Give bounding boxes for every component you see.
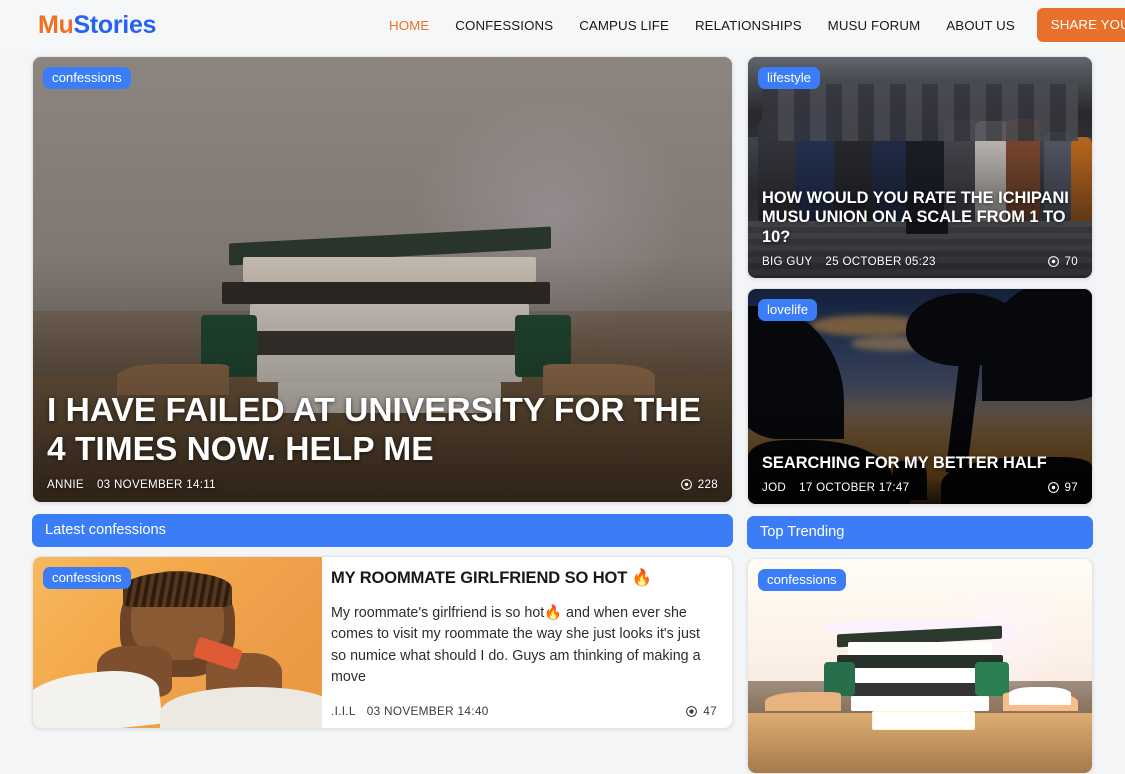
site-header: MuStories HOME CONFESSIONS CAMPUS LIFE R… <box>0 0 1125 50</box>
lifestyle-article-card[interactable]: lifestyle HOW WOULD YOU RATE THE ICHIPAN… <box>747 56 1093 279</box>
lifestyle-views: 70 <box>1047 255 1079 268</box>
hero-views: 228 <box>680 478 718 491</box>
latest-confession-excerpt: My roommate's girlfriend is so hot🔥 and … <box>331 605 701 685</box>
lifestyle-category-badge[interactable]: lifestyle <box>758 67 820 89</box>
nav-item-about-us[interactable]: ABOUT US <box>933 18 1028 33</box>
share-your-story-button[interactable]: SHARE YOUR STORY <box>1036 8 1125 42</box>
left-column: confessions I HAVE FAILED AT UNIVERSITY … <box>32 50 733 774</box>
latest-confession-meta: .I.I.L 03 NOVEMBER 14:40 47 <box>331 704 717 718</box>
lifestyle-date: 25 OCTOBER 05:23 <box>825 255 936 268</box>
latest-confession-category-badge[interactable]: confessions <box>43 567 131 589</box>
eye-icon <box>680 479 692 490</box>
hero-overlay: I HAVE FAILED AT UNIVERSITY FOR THE 4 TI… <box>33 391 732 502</box>
latest-confession-views-count: 47 <box>703 704 717 719</box>
nav-item-home[interactable]: HOME <box>389 18 442 33</box>
lovelife-category-badge[interactable]: lovelife <box>758 299 818 321</box>
latest-confession-date: 03 NOVEMBER 14:40 <box>366 704 489 719</box>
lovelife-views: 97 <box>1047 481 1079 494</box>
site-logo[interactable]: MuStories <box>38 11 156 40</box>
lovelife-meta: JOD 17 OCTOBER 17:47 97 <box>762 481 1078 494</box>
trending-category-badge[interactable]: confessions <box>758 569 846 591</box>
lifestyle-overlay: HOW WOULD YOU RATE THE ICHIPANI MUSU UNI… <box>748 189 1092 278</box>
latest-confession-title: MY ROOMMATE GIRLFRIEND SO HOT 🔥 <box>331 569 653 587</box>
right-column: lifestyle HOW WOULD YOU RATE THE ICHIPAN… <box>747 50 1093 774</box>
page-content: confessions I HAVE FAILED AT UNIVERSITY … <box>0 50 1125 774</box>
latest-confession-thumbnail: confessions <box>33 557 322 729</box>
lovelife-author: JOD <box>762 481 787 494</box>
lifestyle-author: BIG GUY <box>762 255 813 268</box>
latest-confession-views: 47 <box>685 704 717 718</box>
hero-title: I HAVE FAILED AT UNIVERSITY FOR THE 4 TI… <box>47 391 701 469</box>
lovelife-article-card[interactable]: lovelife SEARCHING FOR MY BETTER HALF JO… <box>747 288 1093 505</box>
lifestyle-meta: BIG GUY 25 OCTOBER 05:23 70 <box>762 255 1078 268</box>
section-header-latest-confessions: Latest confessions <box>32 514 733 547</box>
nav-item-musu-forum[interactable]: MUSU FORUM <box>815 18 934 33</box>
hero-meta: ANNIE 03 NOVEMBER 14:11 228 <box>47 478 718 491</box>
lovelife-overlay: SEARCHING FOR MY BETTER HALF JOD 17 OCTO… <box>748 454 1092 504</box>
section-header-top-trending: Top Trending <box>747 516 1093 549</box>
hero-date: 03 NOVEMBER 14:11 <box>96 478 216 491</box>
hero-article-card[interactable]: confessions I HAVE FAILED AT UNIVERSITY … <box>32 56 733 503</box>
nav-item-relationships[interactable]: RELATIONSHIPS <box>682 18 815 33</box>
nav-item-campus-life[interactable]: CAMPUS LIFE <box>566 18 682 33</box>
hero-author: ANNIE <box>47 478 84 491</box>
hero-category-badge[interactable]: confessions <box>43 67 131 89</box>
trending-image-books <box>748 559 1092 773</box>
hero-views-count: 228 <box>697 478 718 491</box>
eye-icon <box>1047 482 1059 493</box>
logo-text-mu: Mu <box>38 10 74 39</box>
lifestyle-title: HOW WOULD YOU RATE THE ICHIPANI MUSU UNI… <box>762 188 1069 246</box>
nav-item-confessions[interactable]: CONFESSIONS <box>442 18 566 33</box>
lovelife-views-count: 97 <box>1064 481 1078 494</box>
main-navigation: HOME CONFESSIONS CAMPUS LIFE RELATIONSHI… <box>389 0 1125 50</box>
latest-confession-body: MY ROOMMATE GIRLFRIEND SO HOT 🔥 My roomm… <box>322 557 732 728</box>
lifestyle-views-count: 70 <box>1064 255 1078 268</box>
logo-text-stories: Stories <box>73 10 157 39</box>
trending-article-card[interactable]: confessions <box>747 558 1093 774</box>
eye-icon <box>686 705 698 717</box>
latest-confession-card[interactable]: confessions MY ROOMMATE GIRLFRIEND SO HO… <box>32 556 733 730</box>
latest-confession-author: .I.I.L <box>331 704 356 719</box>
lovelife-title: SEARCHING FOR MY BETTER HALF <box>762 453 1047 472</box>
lovelife-date: 17 OCTOBER 17:47 <box>799 481 910 494</box>
eye-icon <box>1047 256 1059 267</box>
